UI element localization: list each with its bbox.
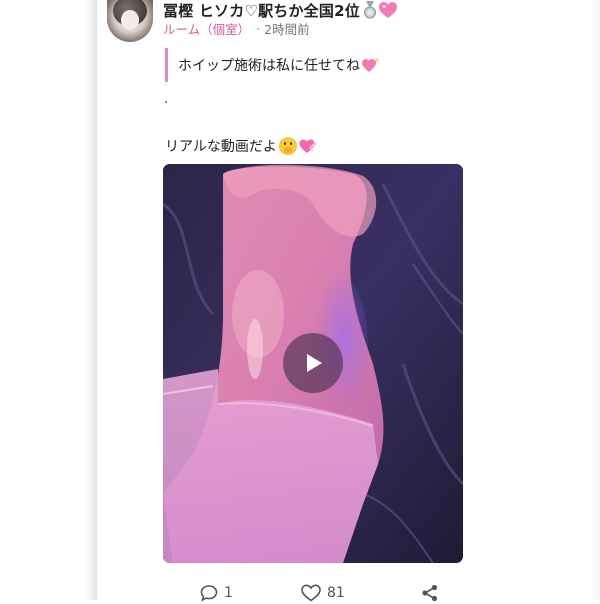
- sparkling-heart-icon: [362, 57, 380, 73]
- left-panel-edge: [0, 0, 97, 600]
- avatar[interactable]: [107, 0, 153, 42]
- like-button[interactable]: 81: [301, 584, 345, 602]
- post-caption: リアルな動画だよ: [165, 136, 317, 156]
- comment-icon: [200, 585, 218, 602]
- author-name[interactable]: 冨樫 ヒソカ♡駅ちか全国2位: [163, 0, 360, 21]
- comment-button[interactable]: 1: [200, 584, 233, 602]
- avatar-face: [121, 10, 139, 30]
- share-icon: [422, 584, 438, 602]
- like-count: 81: [327, 585, 345, 601]
- room-link[interactable]: ルーム（個室）: [163, 19, 250, 38]
- pink-heart-icon: [378, 1, 397, 19]
- play-icon: [307, 354, 322, 372]
- play-button[interactable]: [283, 333, 343, 393]
- post-time: 2時間前: [264, 21, 310, 37]
- heart-with-ribbon-icon: [299, 137, 317, 155]
- post-meta: ルーム（個室） · 2時間前: [163, 19, 310, 37]
- post-actions: 1 81: [163, 584, 463, 604]
- author-row: 冨樫 ヒソカ♡駅ちか全国2位: [163, 0, 397, 20]
- meta-separator: ·: [256, 20, 261, 36]
- quote-text: ホイップ施術は私に任せてね: [178, 58, 360, 74]
- heart-icon: [301, 584, 321, 602]
- caption-text: リアルな動画だよ: [165, 139, 277, 155]
- video-player[interactable]: [163, 164, 463, 563]
- silver-medal-icon: [362, 1, 378, 19]
- comment-count: 1: [224, 585, 233, 601]
- quoted-text: ホイップ施術は私に任せてね: [165, 48, 380, 82]
- share-button[interactable]: [421, 584, 439, 602]
- right-panel-edge: [590, 0, 600, 600]
- dot-line: .: [164, 92, 169, 107]
- face-with-hand-over-mouth-icon: [279, 137, 297, 155]
